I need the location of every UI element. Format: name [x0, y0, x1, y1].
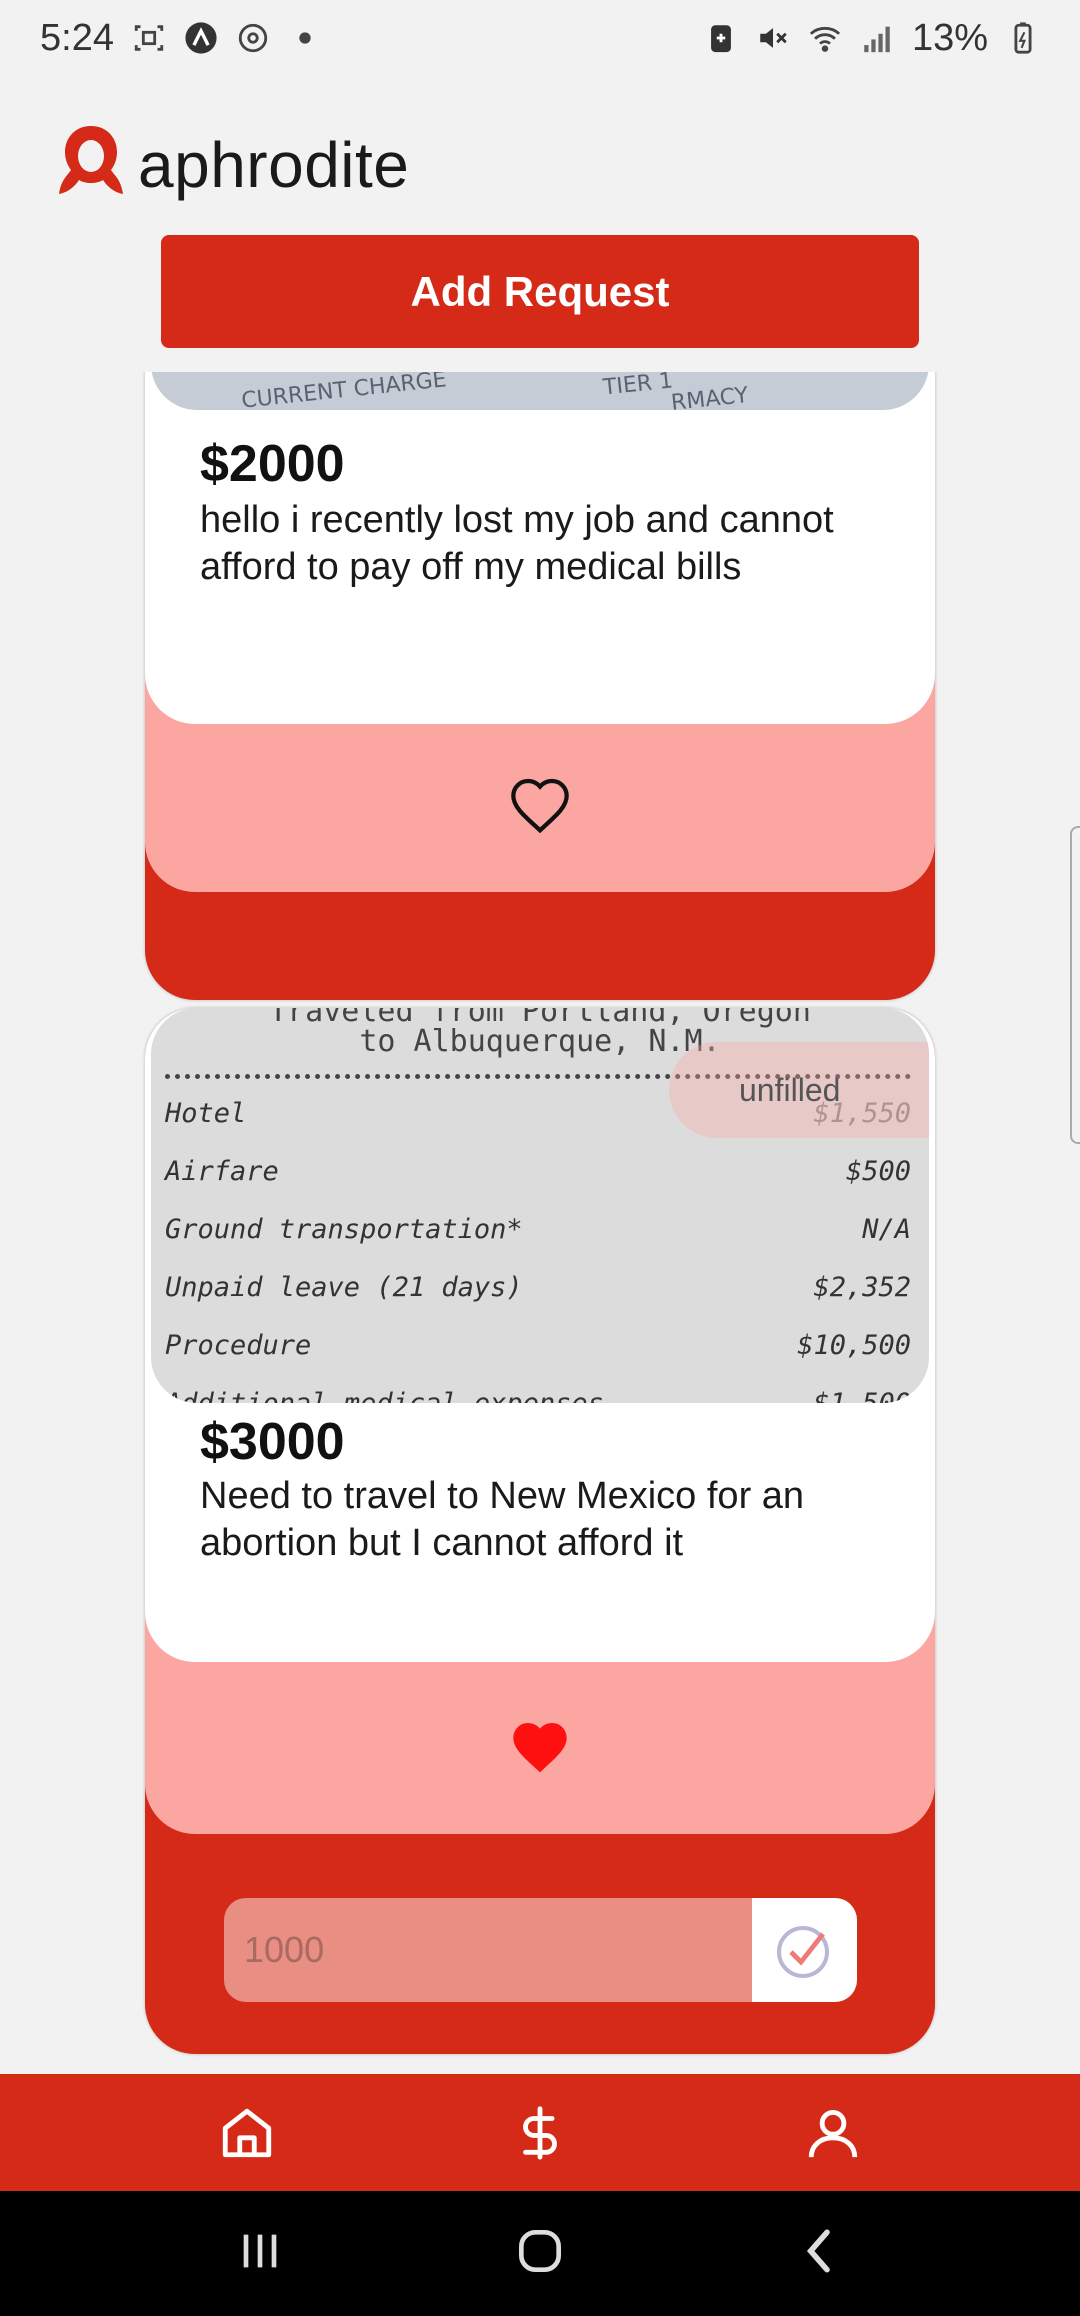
system-nav-bar	[0, 2191, 1080, 2316]
battery-percent: 13%	[911, 16, 988, 59]
receipt-row: Additional medical expenses $1,500	[165, 1388, 911, 1403]
status-time: 5:24	[40, 16, 114, 59]
check-circle-icon	[776, 1926, 829, 1978]
receipt-text: CURRENT CHARGE	[240, 372, 448, 410]
dollar-icon	[523, 2105, 557, 2160]
profile-icon	[809, 2109, 858, 2157]
recents-icon	[243, 2234, 277, 2268]
request-feed[interactable]: CURRENT CHARGE TIER 1 RMACY $2000 hello …	[0, 372, 1080, 2074]
nav-home[interactable]	[207, 2093, 287, 2173]
home-icon	[222, 2108, 271, 2157]
status-badge: unfilled	[669, 1042, 929, 1138]
like-button[interactable]	[508, 775, 572, 840]
nav-profile[interactable]	[793, 2093, 873, 2173]
donation-amount-input[interactable]	[224, 1898, 752, 2002]
receipt-value: $2,352	[813, 1272, 911, 1303]
receipt-image: Traveled from Portland, Oregon to Albuqu…	[151, 1008, 929, 1403]
receipt-image: CURRENT CHARGE TIER 1 RMACY	[151, 372, 929, 410]
heart-filled-icon	[513, 1723, 567, 1773]
receipt-label: Ground transportation*	[165, 1214, 523, 1245]
wifi-icon	[808, 21, 842, 55]
sync-icon	[236, 21, 270, 55]
status-left: 5:24	[40, 17, 322, 60]
receipt-label: Hotel	[165, 1098, 247, 1129]
battery-saver-icon	[704, 21, 738, 55]
app-a-icon	[184, 21, 218, 55]
aphrodite-logo-icon	[56, 122, 126, 207]
receipt-value: $500	[845, 1156, 911, 1187]
app-title: aphrodite	[138, 128, 410, 201]
dot-icon	[288, 21, 322, 55]
mute-icon	[756, 21, 790, 55]
donation-form	[224, 1898, 857, 2002]
receipt-label: Airfare	[165, 1156, 279, 1187]
back-button[interactable]	[792, 2223, 848, 2284]
request-description: Need to travel to New Mexico for an abor…	[200, 1475, 805, 1564]
scrollbar[interactable]	[1070, 826, 1080, 1144]
bottom-nav	[0, 2074, 1080, 2191]
donate-submit-button[interactable]	[752, 1898, 857, 2002]
battery-icon	[1006, 21, 1040, 55]
status-bar: 5:24 13%	[0, 0, 1080, 76]
card-content: CURRENT CHARGE TIER 1 RMACY $2000 hello …	[145, 372, 935, 724]
receipt-value: $10,500	[797, 1330, 911, 1361]
status-right: 13%	[704, 17, 1040, 60]
back-icon	[806, 2229, 830, 2273]
screenshot-icon	[132, 21, 166, 55]
request-amount: $2000	[200, 435, 345, 493]
signal-icon	[860, 21, 894, 55]
request-card: Traveled from Portland, Oregon to Albuqu…	[145, 1008, 935, 2054]
request-card: CURRENT CHARGE TIER 1 RMACY $2000 hello …	[145, 372, 935, 1000]
receipt-label: Procedure	[165, 1330, 312, 1361]
app-header: aphrodite	[56, 122, 409, 207]
receipt-text: TIER 1	[601, 372, 675, 401]
receipt-value: N/A	[862, 1214, 911, 1245]
request-amount: $3000	[200, 1413, 345, 1471]
home-circle-icon	[519, 2230, 561, 2272]
receipt-row: Unpaid leave (21 days) $2,352	[165, 1272, 911, 1303]
like-button[interactable]	[508, 1717, 572, 1782]
nav-donations[interactable]	[500, 2093, 580, 2173]
heart-outline-icon	[511, 778, 569, 834]
card-content: Traveled from Portland, Oregon to Albuqu…	[145, 1008, 935, 1662]
recents-button[interactable]	[232, 2223, 288, 2284]
receipt-row: Ground transportation* N/A	[165, 1214, 911, 1245]
receipt-row: Procedure $10,500	[165, 1330, 911, 1361]
receipt-value: $1,500	[813, 1388, 911, 1403]
receipt-label: Unpaid leave (21 days)	[165, 1272, 523, 1303]
add-request-button[interactable]: Add Request	[161, 235, 919, 348]
receipt-row: Airfare $500	[165, 1156, 911, 1187]
receipt-text: RMACY	[669, 383, 750, 410]
request-description: hello i recently lost my job and cannot …	[200, 499, 834, 588]
system-home-button[interactable]	[512, 2223, 568, 2284]
receipt-label: Additional medical expenses	[165, 1388, 604, 1403]
